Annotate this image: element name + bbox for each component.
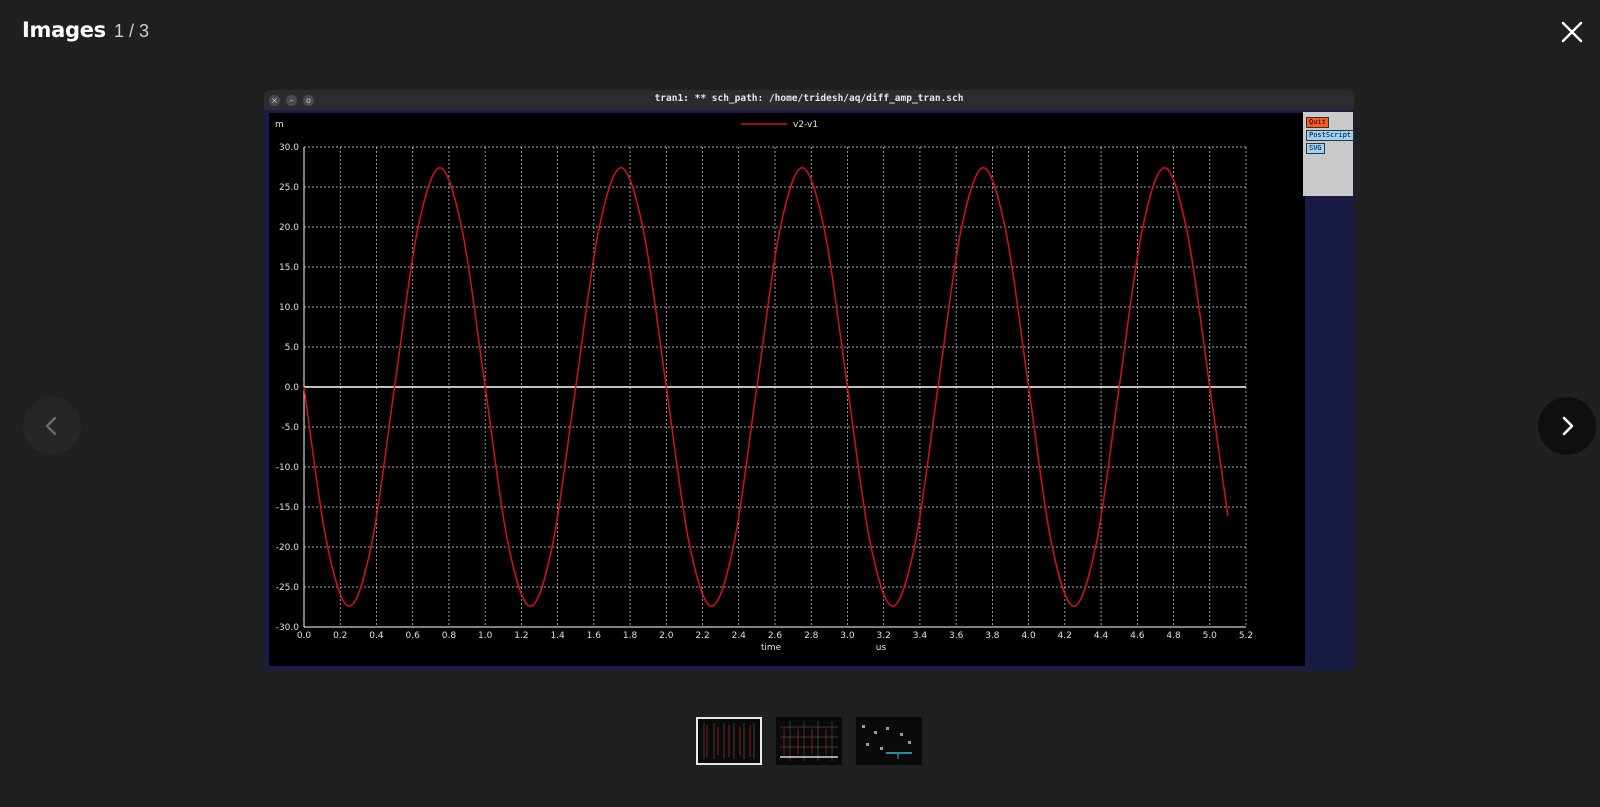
y-tick-label-0: 30.0	[279, 143, 299, 153]
y-tick-label-3: 15.0	[279, 263, 299, 273]
y-tick-label-8: -10.0	[276, 463, 300, 473]
x-tick-label-1: 0.2	[333, 631, 347, 641]
x-axis-label: time	[761, 643, 782, 653]
svg-button[interactable]: SVG	[1306, 143, 1325, 154]
waveform-chart: 0.0 0.2 0.4 0.6 0.8 1.0 1.2 1.4 1.6 1.8 2.0 2.2 2.4 2…	[275, 120, 1253, 653]
x-tick-label-7: 1.4	[550, 631, 565, 641]
x-tick-label-12: 2.4	[732, 631, 747, 641]
x-tick-label-10: 2.0	[659, 631, 674, 641]
side-button-panel: Quit PostScript SVG	[1303, 112, 1354, 196]
thumbnail-2[interactable]	[776, 717, 842, 765]
x-tick-label-16: 3.2	[877, 631, 891, 641]
x-tick-label-9: 1.8	[623, 631, 638, 641]
x-tick-label-8: 1.6	[587, 631, 602, 641]
y-tick-label-5: 5.0	[285, 343, 300, 353]
x-tick-label-3: 0.6	[406, 631, 421, 641]
window-titlebar: × – o tran1: ** sch_path: /home/tridesh/…	[264, 90, 1354, 110]
x-tick-label-19: 3.8	[985, 631, 1000, 641]
thumbnail-3-image	[856, 717, 922, 765]
next-image-button[interactable]	[1538, 397, 1596, 455]
x-tick-label-2: 0.4	[369, 631, 384, 641]
x-tick-label-24: 4.8	[1166, 631, 1181, 641]
chevron-left-icon	[45, 416, 57, 436]
x-tick-label-4: 0.8	[442, 631, 457, 641]
close-button[interactable]	[1556, 16, 1588, 48]
y-tick-label-9: -15.0	[276, 503, 300, 513]
quit-button[interactable]: Quit	[1306, 117, 1329, 128]
screenshot-window: × – o tran1: ** sch_path: /home/tridesh/…	[264, 90, 1354, 670]
y-tick-label-1: 25.0	[279, 183, 299, 193]
y-tick-label-4: 10.0	[279, 303, 299, 313]
x-tick-label-18: 3.6	[949, 631, 964, 641]
thumbnail-1-image	[698, 719, 760, 763]
y-unit-label: m	[275, 120, 284, 130]
x-tick-label-0: 0.0	[297, 631, 312, 641]
x-tick-label-13: 2.6	[768, 631, 783, 641]
x-tick-label-11: 2.2	[695, 631, 709, 641]
y-tick-label-6: 0.0	[285, 383, 300, 393]
legend-label-0: v2-v1	[793, 120, 818, 130]
y-tick-label-2: 20.0	[279, 223, 299, 233]
thumbnail-3[interactable]	[856, 717, 922, 765]
x-tick-label-26: 5.2	[1239, 631, 1253, 641]
window-title: tran1: ** sch_path: /home/tridesh/aq/dif…	[654, 93, 964, 104]
x-tick-label-6: 1.2	[514, 631, 528, 641]
y-tick-label-12: -30.0	[276, 623, 300, 633]
x-tick-label-23: 4.6	[1130, 631, 1145, 641]
y-tick-label-7: -5.0	[281, 423, 299, 433]
x-tick-label-25: 5.0	[1203, 631, 1218, 641]
x-tick-label-21: 4.2	[1058, 631, 1072, 641]
thumbnail-1[interactable]	[696, 717, 762, 765]
chevron-right-icon	[1562, 416, 1574, 436]
thumbnail-2-image	[776, 717, 842, 765]
x-tick-label-22: 4.4	[1094, 631, 1109, 641]
viewer-title: Images	[22, 18, 106, 42]
x-unit-label: us	[876, 643, 887, 653]
plot-area: 0.0 0.2 0.4 0.6 0.8 1.0 1.2 1.4 1.6 1.8 2.0 2.2 2.4 2…	[269, 113, 1305, 666]
x-tick-label-15: 3.0	[840, 631, 855, 641]
y-tick-label-11: -25.0	[276, 583, 300, 593]
previous-image-button[interactable]	[23, 397, 81, 455]
image-counter: 1 / 3	[114, 21, 150, 41]
close-icon	[1561, 21, 1583, 43]
y-tick-label-10: -20.0	[276, 543, 300, 553]
x-tick-label-14: 2.8	[804, 631, 819, 641]
x-tick-label-5: 1.0	[478, 631, 493, 641]
postscript-button[interactable]: PostScript	[1306, 130, 1354, 141]
x-tick-label-17: 3.4	[913, 631, 928, 641]
x-tick-label-20: 4.0	[1021, 631, 1036, 641]
